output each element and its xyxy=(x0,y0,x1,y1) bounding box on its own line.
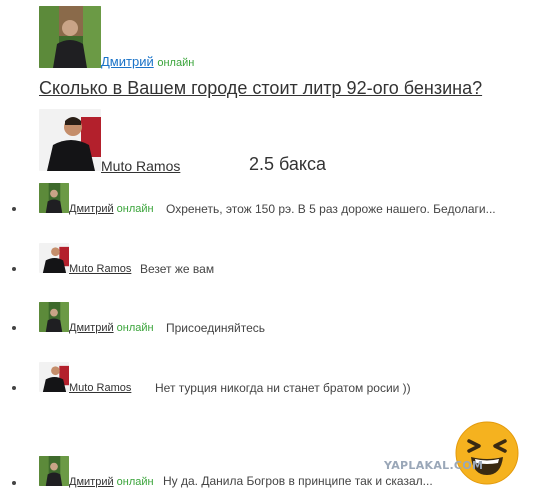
comment-avatar[interactable] xyxy=(39,243,69,273)
comment-author: Muto Ramos xyxy=(69,263,131,275)
comment-author-name[interactable]: Дмитрий xyxy=(69,322,114,334)
comment-avatar[interactable] xyxy=(39,302,69,332)
comment-author-status: онлайн xyxy=(116,322,154,334)
comment-text: Присоединяйтесь xyxy=(166,321,266,335)
comment-avatar[interactable] xyxy=(39,362,69,392)
comment-avatar[interactable] xyxy=(39,183,69,213)
comment-author-name[interactable]: Muto Ramos xyxy=(69,263,131,275)
comment-author-status: онлайн xyxy=(116,476,154,488)
comment-author-name[interactable]: Muto Ramos xyxy=(69,382,131,394)
comment-bullet xyxy=(12,267,16,271)
comment-author-name[interactable]: Дмитрий xyxy=(69,203,114,215)
answer-text: 2.5 бакса xyxy=(249,154,327,174)
muto-avatar-icon xyxy=(39,109,101,171)
comment-author: Muto Ramos xyxy=(69,382,131,394)
comment-author: Дмитрий онлайн xyxy=(69,203,154,215)
comment-bullet xyxy=(12,386,16,390)
laughing-face-icon xyxy=(455,421,519,485)
dmitry-avatar-icon xyxy=(39,302,69,332)
dmitry-avatar-icon xyxy=(39,6,101,68)
post-author-status: онлайн xyxy=(157,57,195,69)
post-title[interactable]: Сколько в Вашем городе стоит литр 92-ого… xyxy=(39,78,482,99)
comment-avatar[interactable] xyxy=(39,456,69,486)
muto-avatar-icon xyxy=(39,362,69,392)
comment-text: Нет турция никогда ни станет братом роси… xyxy=(155,381,411,395)
comment-text: Везет же вам xyxy=(140,262,215,276)
comment-bullet xyxy=(12,481,16,485)
answer-author-avatar[interactable] xyxy=(39,109,101,171)
post-author-avatar[interactable] xyxy=(39,6,101,68)
watermark: YAPLAKAL.COM xyxy=(384,459,484,472)
comment-text: Охренеть, этож 150 рэ. В 5 раз дороже на… xyxy=(166,202,496,216)
comment-text: Ну да. Данила Богров в принципе так и ск… xyxy=(163,474,433,488)
dmitry-avatar-icon xyxy=(39,183,69,213)
comment-author: Дмитрий онлайн xyxy=(69,476,154,488)
comment-bullet xyxy=(12,207,16,211)
muto-avatar-icon xyxy=(39,243,69,273)
comment-author: Дмитрий онлайн xyxy=(69,322,154,334)
comment-author-status: онлайн xyxy=(116,203,154,215)
comment-bullet xyxy=(12,326,16,330)
post-author-name[interactable]: Дмитрий xyxy=(101,54,154,69)
comment-author-name[interactable]: Дмитрий xyxy=(69,476,114,488)
dmitry-avatar-icon xyxy=(39,456,69,486)
answer-author-name[interactable]: Muto Ramos xyxy=(101,158,180,174)
